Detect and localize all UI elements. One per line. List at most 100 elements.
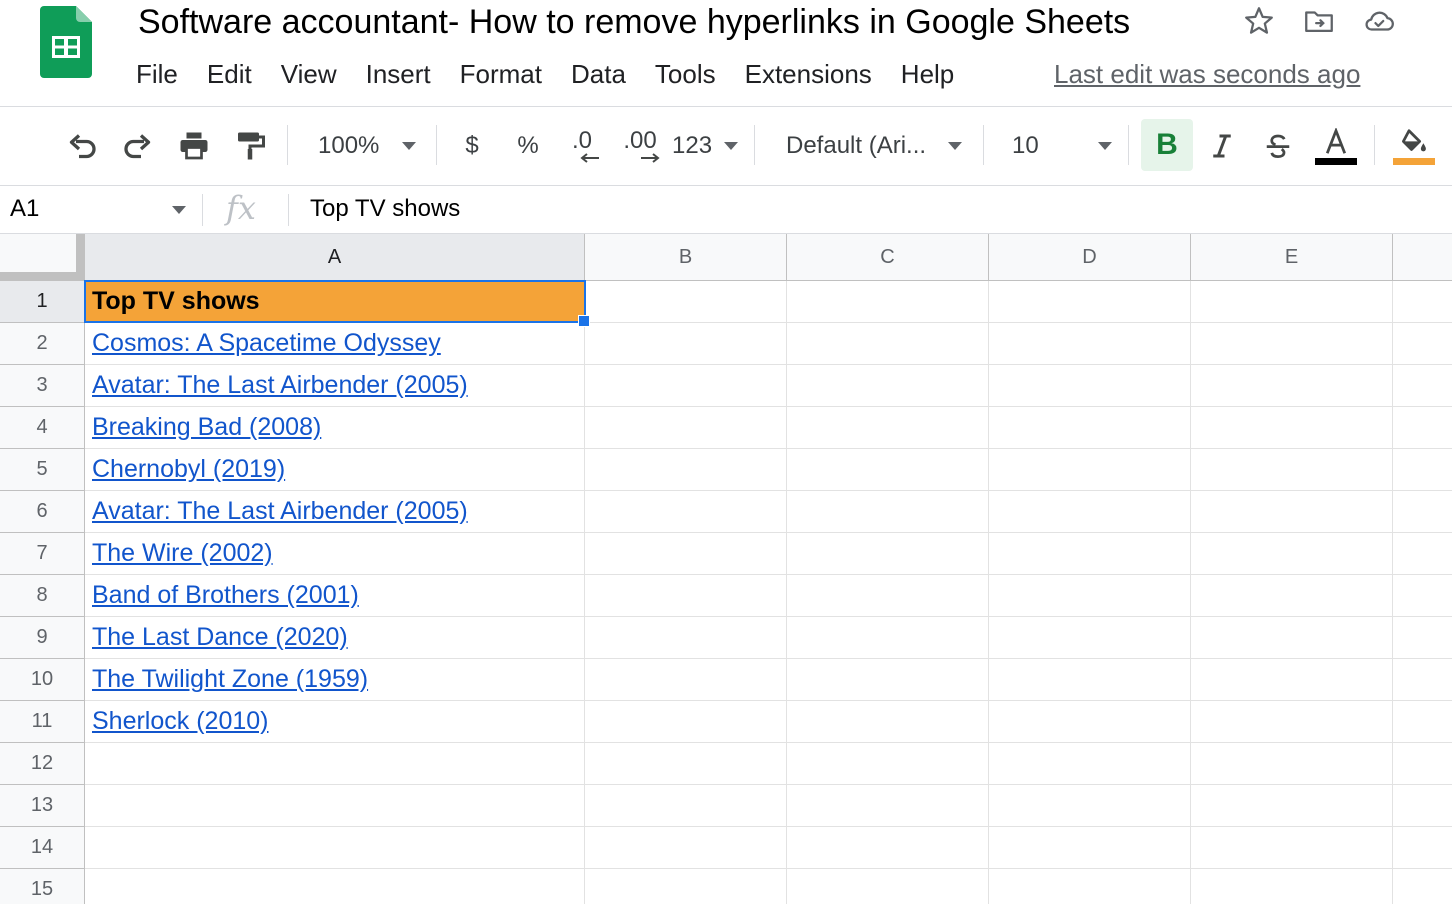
hyperlink[interactable]: The Wire (2002) [92,539,273,567]
cell-a9[interactable]: The Last Dance (2020) [85,617,585,659]
zoom-select[interactable]: 100% [306,107,426,185]
cell-f12[interactable] [1393,743,1452,785]
column-header-a[interactable]: A [85,234,585,281]
cell-f5[interactable] [1393,449,1452,491]
cell-c2[interactable] [787,323,989,365]
hyperlink[interactable]: Chernobyl (2019) [92,455,285,483]
cell-a3[interactable]: Avatar: The Last Airbender (2005) [85,365,585,407]
freeze-row-handle[interactable] [0,272,84,280]
cell-b5[interactable] [585,449,787,491]
cell-e14[interactable] [1191,827,1393,869]
cell-c14[interactable] [787,827,989,869]
column-header-b[interactable]: B [585,234,787,281]
cell-c9[interactable] [787,617,989,659]
cell-a11[interactable]: Sherlock (2010) [85,701,585,743]
hyperlink[interactable]: Sherlock (2010) [92,707,268,735]
cell-f2[interactable] [1393,323,1452,365]
cell-e10[interactable] [1191,659,1393,701]
cell-f15[interactable] [1393,869,1452,904]
cell-c8[interactable] [787,575,989,617]
cell-b1[interactable] [585,281,787,323]
formula-input[interactable]: Top TV shows [310,186,460,232]
cell-a6[interactable]: Avatar: The Last Airbender (2005) [85,491,585,533]
number-format-select[interactable]: 123 [672,107,738,185]
row-header-7[interactable]: 7 [0,533,85,575]
cell-d9[interactable] [989,617,1191,659]
cell-d1[interactable] [989,281,1191,323]
undo-button[interactable] [60,107,104,185]
cell-d14[interactable] [989,827,1191,869]
row-header-6[interactable]: 6 [0,491,85,533]
cell-f11[interactable] [1393,701,1452,743]
menu-file[interactable]: File [136,56,193,92]
row-header-13[interactable]: 13 [0,785,85,827]
cell-e8[interactable] [1191,575,1393,617]
cell-a4[interactable]: Breaking Bad (2008) [85,407,585,449]
redo-button[interactable] [116,107,160,185]
cell-e12[interactable] [1191,743,1393,785]
cell-b2[interactable] [585,323,787,365]
cell-c1[interactable] [787,281,989,323]
cell-d2[interactable] [989,323,1191,365]
cell-d11[interactable] [989,701,1191,743]
cell-c3[interactable] [787,365,989,407]
menu-format[interactable]: Format [460,56,557,92]
cell-b10[interactable] [585,659,787,701]
font-family-select[interactable]: Default (Ari... [776,107,968,185]
row-header-11[interactable]: 11 [0,701,85,743]
cell-c6[interactable] [787,491,989,533]
cell-d4[interactable] [989,407,1191,449]
cell-f8[interactable] [1393,575,1452,617]
cell-b13[interactable] [585,785,787,827]
document-title[interactable]: Software accountant- How to remove hyper… [138,2,1130,42]
cell-a10[interactable]: The Twilight Zone (1959) [85,659,585,701]
column-header-c[interactable]: C [787,234,989,281]
cell-b8[interactable] [585,575,787,617]
chevron-down-icon[interactable] [172,206,186,214]
row-header-3[interactable]: 3 [0,365,85,407]
cell-d10[interactable] [989,659,1191,701]
cell-f1[interactable] [1393,281,1452,323]
cell-a15[interactable] [85,869,585,904]
row-header-9[interactable]: 9 [0,617,85,659]
cell-a7[interactable]: The Wire (2002) [85,533,585,575]
cell-a2[interactable]: Cosmos: A Spacetime Odyssey [85,323,585,365]
strikethrough-button[interactable] [1256,107,1300,185]
cell-e1[interactable] [1191,281,1393,323]
cell-a14[interactable] [85,827,585,869]
cell-b9[interactable] [585,617,787,659]
cell-c15[interactable] [787,869,989,904]
cell-c4[interactable] [787,407,989,449]
cell-a13[interactable] [85,785,585,827]
hyperlink[interactable]: The Last Dance (2020) [92,623,348,651]
column-header-e[interactable]: E [1191,234,1393,281]
text-color-button[interactable] [1312,107,1360,185]
cell-a5[interactable]: Chernobyl (2019) [85,449,585,491]
menu-extensions[interactable]: Extensions [745,56,887,92]
row-header-5[interactable]: 5 [0,449,85,491]
cell-b11[interactable] [585,701,787,743]
cell-a12[interactable] [85,743,585,785]
cell-b14[interactable] [585,827,787,869]
cell-d15[interactable] [989,869,1191,904]
cell-e7[interactable] [1191,533,1393,575]
cell-d6[interactable] [989,491,1191,533]
percent-format-button[interactable]: % [508,107,548,185]
hyperlink[interactable]: Band of Brothers (2001) [92,581,359,609]
cell-e13[interactable] [1191,785,1393,827]
cell-d8[interactable] [989,575,1191,617]
last-edit-link[interactable]: Last edit was seconds ago [1054,56,1360,92]
fill-handle[interactable] [578,315,590,327]
cell-b3[interactable] [585,365,787,407]
cell-a8[interactable]: Band of Brothers (2001) [85,575,585,617]
cell-f14[interactable] [1393,827,1452,869]
italic-button[interactable] [1200,107,1244,185]
cell-f7[interactable] [1393,533,1452,575]
cell-e4[interactable] [1191,407,1393,449]
cell-b7[interactable] [585,533,787,575]
cell-c5[interactable] [787,449,989,491]
cell-c7[interactable] [787,533,989,575]
cell-a1[interactable]: Top TV shows [85,281,585,323]
cell-b12[interactable] [585,743,787,785]
sheets-logo-icon[interactable] [40,6,92,78]
